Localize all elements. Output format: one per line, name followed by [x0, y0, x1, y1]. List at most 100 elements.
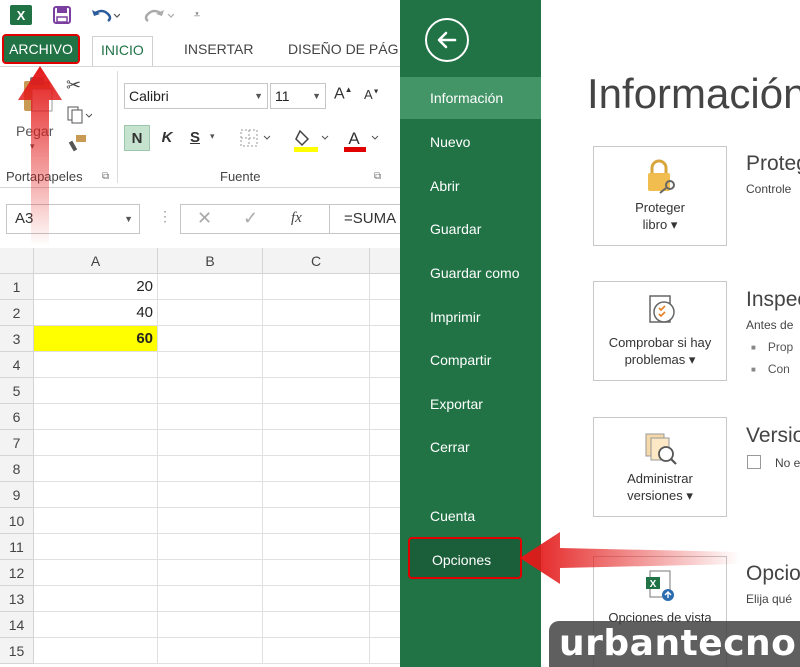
cell[interactable]	[263, 560, 370, 586]
cell[interactable]	[370, 326, 400, 352]
cell[interactable]	[158, 456, 263, 482]
underline-dropdown-icon[interactable]: ▾	[210, 131, 215, 142]
name-box[interactable]: A3 ▼	[6, 204, 140, 234]
cell[interactable]: 20	[34, 274, 158, 300]
cell[interactable]	[370, 404, 400, 430]
font-color-icon[interactable]: A	[344, 127, 384, 156]
undo-icon[interactable]	[88, 5, 122, 25]
cell[interactable]	[158, 352, 263, 378]
nav-guardar[interactable]: Guardar	[400, 208, 541, 250]
protect-workbook-button[interactable]: Proteger libro ▾	[593, 146, 727, 246]
cancel-icon[interactable]: ✕	[197, 208, 212, 229]
bold-button[interactable]: N	[124, 125, 150, 151]
decrease-font-icon[interactable]: A▼	[364, 87, 380, 102]
cell[interactable]: 60	[34, 326, 158, 352]
cell[interactable]	[370, 352, 400, 378]
row-header[interactable]: 10	[0, 508, 34, 534]
borders-icon[interactable]	[240, 129, 276, 150]
nav-abrir[interactable]: Abrir	[400, 165, 541, 207]
cell[interactable]	[263, 586, 370, 612]
fill-color-icon[interactable]	[294, 127, 334, 156]
row-header[interactable]: 7	[0, 430, 34, 456]
cell[interactable]	[370, 586, 400, 612]
nav-imprimir[interactable]: Imprimir	[400, 296, 541, 338]
cell[interactable]	[34, 352, 158, 378]
cell[interactable]	[34, 404, 158, 430]
cell[interactable]	[158, 560, 263, 586]
cell[interactable]	[370, 456, 400, 482]
row-header[interactable]: 5	[0, 378, 34, 404]
cut-icon[interactable]: ✂	[66, 75, 81, 96]
column-header[interactable]: A	[34, 248, 158, 274]
nav-informacion[interactable]: Información	[400, 77, 541, 119]
row-header[interactable]: 3	[0, 326, 34, 352]
cell[interactable]	[158, 274, 263, 300]
save-icon[interactable]	[52, 5, 72, 25]
cell[interactable]	[263, 638, 370, 664]
cell[interactable]	[263, 534, 370, 560]
cell[interactable]	[263, 508, 370, 534]
customize-qat-icon[interactable]: ⩡	[190, 5, 204, 25]
cell[interactable]	[370, 430, 400, 456]
tab-diseno-pagina[interactable]: DISEÑO DE PÁG	[280, 36, 400, 62]
row-header[interactable]: 8	[0, 456, 34, 482]
cell[interactable]	[34, 482, 158, 508]
cell[interactable]	[370, 300, 400, 326]
cell[interactable]	[158, 326, 263, 352]
cell[interactable]	[158, 482, 263, 508]
cell[interactable]	[370, 274, 400, 300]
select-all-corner[interactable]	[0, 248, 34, 274]
cell[interactable]	[263, 300, 370, 326]
row-header[interactable]: 12	[0, 560, 34, 586]
cell[interactable]	[34, 560, 158, 586]
row-header[interactable]: 6	[0, 404, 34, 430]
cell[interactable]	[158, 612, 263, 638]
row-header[interactable]: 11	[0, 534, 34, 560]
cell[interactable]	[263, 352, 370, 378]
nav-cerrar[interactable]: Cerrar	[400, 426, 541, 468]
cell[interactable]	[158, 638, 263, 664]
tab-insertar[interactable]: INSERTAR	[176, 36, 262, 62]
cell[interactable]	[370, 378, 400, 404]
cell[interactable]	[34, 586, 158, 612]
underline-button[interactable]: S	[182, 125, 208, 151]
cell[interactable]	[34, 456, 158, 482]
cell[interactable]	[263, 274, 370, 300]
italic-button[interactable]: K	[154, 125, 180, 151]
cell[interactable]	[158, 534, 263, 560]
format-painter-icon[interactable]	[68, 133, 90, 156]
cell[interactable]	[34, 638, 158, 664]
tab-inicio[interactable]: INICIO	[92, 36, 153, 66]
cell[interactable]	[263, 326, 370, 352]
paste-icon[interactable]	[18, 75, 58, 115]
row-header[interactable]: 13	[0, 586, 34, 612]
column-header[interactable]: C	[263, 248, 370, 274]
cell[interactable]	[263, 430, 370, 456]
cell[interactable]	[158, 508, 263, 534]
cell[interactable]	[263, 612, 370, 638]
nav-exportar[interactable]: Exportar	[400, 383, 541, 425]
cell[interactable]	[158, 300, 263, 326]
cell[interactable]	[370, 508, 400, 534]
cell[interactable]: 40	[34, 300, 158, 326]
cell[interactable]	[34, 430, 158, 456]
copy-icon[interactable]	[66, 105, 96, 128]
insert-function-icon[interactable]: fx	[291, 210, 302, 227]
paste-label[interactable]: Pegar	[16, 123, 53, 139]
redo-icon[interactable]	[142, 5, 176, 25]
nav-compartir[interactable]: Compartir	[400, 339, 541, 381]
cell[interactable]	[263, 456, 370, 482]
cell[interactable]	[370, 560, 400, 586]
increase-font-icon[interactable]: A▲	[334, 85, 353, 103]
column-header[interactable]	[370, 248, 400, 274]
row-header[interactable]: 14	[0, 612, 34, 638]
enter-icon[interactable]: ✓	[243, 208, 258, 229]
cell[interactable]	[263, 378, 370, 404]
row-header[interactable]: 4	[0, 352, 34, 378]
nav-nuevo[interactable]: Nuevo	[400, 121, 541, 163]
back-button[interactable]	[425, 18, 469, 62]
font-size-dropdown[interactable]: 11 ▼	[270, 83, 326, 109]
cell[interactable]	[158, 378, 263, 404]
font-name-dropdown[interactable]: Calibri ▼	[124, 83, 268, 109]
column-header[interactable]: B	[158, 248, 263, 274]
